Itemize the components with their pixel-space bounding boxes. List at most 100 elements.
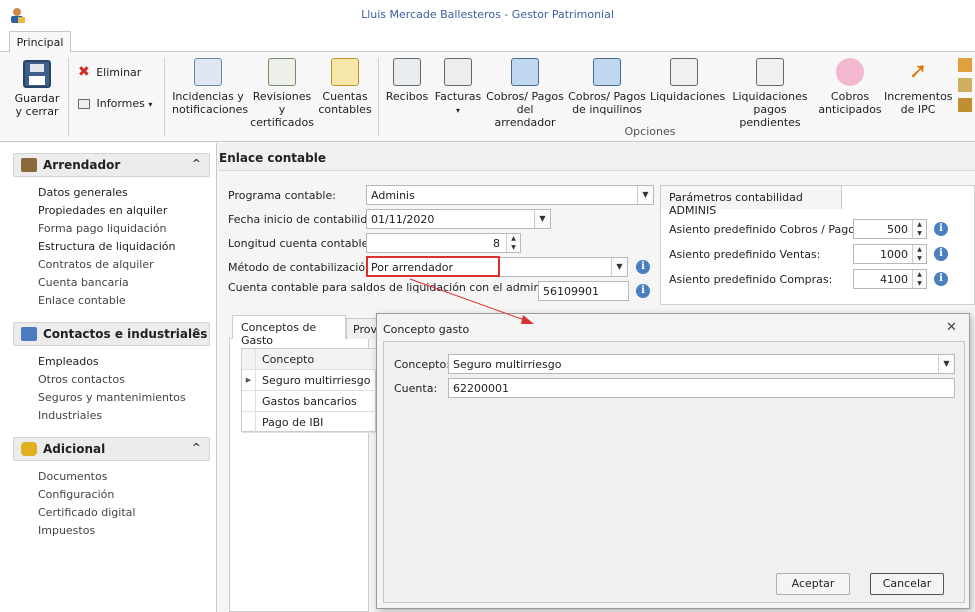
ribbon-separator <box>164 58 165 136</box>
row-indicator <box>242 412 256 433</box>
nav-impuestos[interactable]: Impuestos <box>38 524 95 537</box>
incidents-button[interactable]: Incidencias y notificaciones <box>172 58 248 116</box>
tab-params-adminis[interactable]: Parámetros contabilidad ADMINIS <box>660 185 842 217</box>
receipts-button[interactable]: Recibos <box>384 58 430 103</box>
ribbon-separator <box>68 58 69 136</box>
tenant-payments-label: Cobros/ Pagos de inquilinos <box>568 90 646 116</box>
dialog-title: Concepto gasto <box>383 323 470 336</box>
calculator-user-icon <box>593 58 621 86</box>
ventas-value: 1000 <box>880 248 908 261</box>
cobros-label: Asiento predefinido Cobros / Pagos: <box>669 223 865 236</box>
save-close-button[interactable]: Guardar y cerrar <box>12 60 62 118</box>
metodo-label: Método de contabilización: <box>228 261 376 274</box>
reports-button[interactable]: Informes ▾ <box>78 97 152 111</box>
accounts-button[interactable]: Cuentas contables <box>318 58 372 116</box>
info-icon[interactable]: i <box>934 272 948 286</box>
delete-icon: ✖ <box>78 64 90 80</box>
tab-principal[interactable]: Principal <box>9 31 71 53</box>
group-adicional[interactable]: Adicional ^ <box>13 437 210 461</box>
pending-settlements-button[interactable]: Liquidaciones pagos pendientes <box>722 58 818 129</box>
nav-industriales[interactable]: Industriales <box>38 409 102 422</box>
nav-estructura-liquidacion[interactable]: Estructura de liquidación <box>38 240 175 253</box>
collapse-icon[interactable]: ^ <box>192 441 201 454</box>
chevron-down-icon[interactable]: ▼ <box>637 186 653 204</box>
nav-certificado[interactable]: Certificado digital <box>38 506 135 519</box>
receipt-icon <box>393 58 421 86</box>
cuenta-saldos-value: 56109901 <box>543 285 599 298</box>
table-row[interactable]: ▶ Seguro multirriesgo <box>242 370 377 391</box>
piggy-bank-icon <box>836 58 864 86</box>
group-title: Arrendador <box>43 158 121 172</box>
delete-button[interactable]: ✖ Eliminar <box>78 64 142 80</box>
fecha-label: Fecha inicio de contabilidad: <box>228 213 385 226</box>
spin-icon[interactable]: ▲ ▼ <box>506 234 520 252</box>
group-contactos[interactable]: Contactos e industriales ^ <box>13 322 210 346</box>
invoices-label: Facturas <box>434 90 482 103</box>
reviews-button[interactable]: Revisiones y certificados <box>248 58 316 129</box>
calculator-icon <box>511 58 539 86</box>
compras-stepper[interactable]: 4100 ▲ ▼ <box>853 269 927 289</box>
cobros-value: 500 <box>887 223 908 236</box>
nav-cuenta-bancaria[interactable]: Cuenta bancaria <box>38 276 129 289</box>
dialog-cuenta-field[interactable]: 62200001 <box>448 378 955 398</box>
database-icon <box>21 442 37 456</box>
accept-button[interactable]: Aceptar <box>776 573 850 595</box>
certificate-bell-icon <box>268 58 296 86</box>
ipc-increments-button[interactable]: ➚ Incrementos de IPC <box>884 58 953 116</box>
chevron-down-icon[interactable]: ▼ <box>611 258 627 276</box>
delete-label: Eliminar <box>96 66 142 79</box>
chevron-down-icon[interactable]: ▼ <box>534 210 550 228</box>
close-icon[interactable]: ✕ <box>946 320 957 335</box>
chevron-down-icon: ▾ <box>148 100 153 109</box>
nav-configuracion[interactable]: Configuración <box>38 488 114 501</box>
dialog-concepto-select[interactable]: Seguro multirriesgo ▼ <box>448 354 955 374</box>
nav-documentos[interactable]: Documentos <box>38 470 107 483</box>
nav-seguros[interactable]: Seguros y mantenimientos <box>38 391 186 404</box>
advance-payments-button[interactable]: Cobros anticipados <box>818 58 882 116</box>
nav-enlace-contable[interactable]: Enlace contable <box>38 294 126 307</box>
tab-conceptos-gasto[interactable]: Conceptos de Gasto <box>232 315 346 347</box>
reports-label: Informes <box>96 97 145 110</box>
table-row[interactable]: Gastos bancarios <box>242 391 377 412</box>
fecha-date-field[interactable]: 01/11/2020 ▼ <box>366 209 551 229</box>
tenant-payments-button[interactable]: Cobros/ Pagos de inquilinos <box>568 58 646 116</box>
nav-otros-contactos[interactable]: Otros contactos <box>38 373 125 386</box>
cobros-stepper[interactable]: 500 ▲ ▼ <box>853 219 927 239</box>
info-icon[interactable]: i <box>934 222 948 236</box>
spin-icon[interactable]: ▲ ▼ <box>912 245 926 263</box>
settlements-button[interactable]: Liquidaciones <box>650 58 725 103</box>
programa-select[interactable]: Adminis ▼ <box>366 185 654 205</box>
cuenta-saldos-field[interactable]: 56109901 <box>538 281 629 301</box>
more-tools-icon[interactable] <box>958 58 975 112</box>
info-icon[interactable]: i <box>636 260 650 274</box>
column-header-concepto[interactable]: Concepto <box>262 353 314 366</box>
fecha-value: 01/11/2020 <box>371 213 435 226</box>
info-icon[interactable]: i <box>636 284 650 298</box>
invoices-button[interactable]: Facturas ▾ <box>434 58 482 117</box>
nav-forma-pago[interactable]: Forma pago liquidación <box>38 222 167 235</box>
collapse-icon[interactable]: ^ <box>192 157 201 170</box>
floppy-disk-icon <box>23 60 51 88</box>
nav-empleados[interactable]: Empleados <box>38 355 99 368</box>
chevron-down-icon[interactable]: ▼ <box>938 355 954 373</box>
longitud-stepper[interactable]: 8 ▲ ▼ <box>366 233 521 253</box>
landlord-payments-button[interactable]: Cobros/ Pagos del arrendador <box>486 58 564 129</box>
receipts-label: Recibos <box>385 90 429 103</box>
ventas-stepper[interactable]: 1000 ▲ ▼ <box>853 244 927 264</box>
row-indicator <box>242 349 256 370</box>
ribbon-tab-strip <box>0 30 975 52</box>
spin-icon[interactable]: ▲ ▼ <box>912 220 926 238</box>
nav-datos-generales[interactable]: Datos generales <box>38 186 128 199</box>
left-navigation: Arrendador ^ Datos generales Propiedades… <box>0 143 217 612</box>
spin-icon[interactable]: ▲ ▼ <box>912 270 926 288</box>
group-arrendador[interactable]: Arrendador ^ <box>13 153 210 177</box>
collapse-icon[interactable]: ^ <box>192 326 201 339</box>
nav-contratos[interactable]: Contratos de alquiler <box>38 258 154 271</box>
nav-propiedades[interactable]: Propiedades en alquiler <box>38 204 167 217</box>
info-icon[interactable]: i <box>934 247 948 261</box>
ribbon: Guardar y cerrar ✖ Eliminar Informes ▾ I… <box>0 52 975 142</box>
landlord-icon <box>21 158 37 172</box>
table-row[interactable]: Pago de IBI <box>242 412 377 433</box>
grid-header: Concepto <box>242 349 377 370</box>
cancel-button[interactable]: Cancelar <box>870 573 944 595</box>
